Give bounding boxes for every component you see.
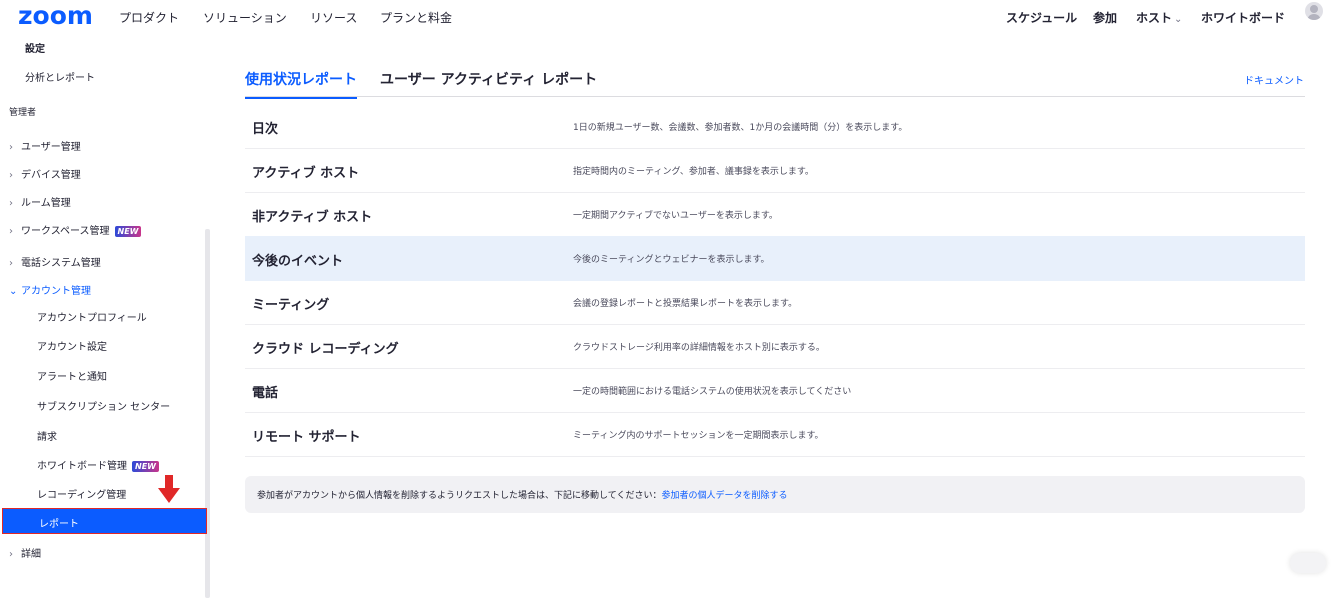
sidebar-item-phone[interactable]: › 電話システム管理: [9, 254, 101, 269]
report-title[interactable]: 今後のイベント: [252, 250, 343, 269]
nav-whiteboard[interactable]: ホワイトボード: [1201, 9, 1285, 26]
chevron-right-icon: ›: [9, 198, 13, 209]
sidebar: 設定 分析とレポート 管理者 › ユーザー管理 › デバイス管理 › ルーム管理 › ワ…: [0, 34, 212, 598]
sidebar-item-label: デバイス管理: [21, 170, 81, 181]
tab-usage-reports[interactable]: 使用状況レポート: [245, 69, 357, 99]
report-row-active-hosts[interactable]: アクティブ ホスト 指定時間内のミーティング、参加者、議事録を表示します。: [245, 148, 1305, 193]
sidebar-item-label: アカウント管理: [21, 286, 91, 297]
nav-join[interactable]: 参加: [1093, 9, 1117, 26]
nav-products[interactable]: プロダクト: [119, 9, 179, 26]
report-title[interactable]: 日次: [252, 118, 278, 137]
report-row-daily[interactable]: 日次 1日の新規ユーザー数、会議数、参加者数、1か月の会議時間（分）を表示します…: [245, 104, 1305, 149]
report-description: 1日の新規ユーザー数、会議数、参加者数、1か月の会議時間（分）を表示します。: [573, 123, 908, 133]
report-title[interactable]: アクティブ ホスト: [252, 162, 359, 181]
sidebar-item-analytics[interactable]: 分析とレポート: [25, 69, 95, 84]
chevron-right-icon: ›: [9, 142, 13, 153]
top-nav: zoom プロダクト ソリューション リソース プランと料金 スケジュール 参加…: [0, 0, 1332, 34]
sidebar-item-account[interactable]: ⌄ アカウント管理: [9, 282, 91, 297]
nav-resources[interactable]: リソース: [310, 9, 357, 26]
delete-personal-data-link[interactable]: 参加者の個人データを削除する: [661, 491, 787, 501]
sidebar-item-workspaces[interactable]: › ワークスペース管理 NEW: [9, 222, 142, 237]
report-description: 指定時間内のミーティング、参加者、議事録を表示します。: [573, 167, 814, 177]
documentation-link[interactable]: ドキュメント: [1244, 72, 1304, 87]
nav-host[interactable]: ホスト ⌄: [1136, 9, 1182, 26]
new-badge: NEW: [114, 225, 142, 237]
privacy-notice: 参加者がアカウントから個人情報を削除するようリクエストした場合は、下記に移動して…: [245, 476, 1305, 513]
chevron-right-icon: ›: [9, 170, 13, 181]
report-row-remote-support[interactable]: リモート サポート ミーティング内のサポートセッションを一定期間表示します。: [245, 412, 1305, 457]
sidebar-item-rooms[interactable]: › ルーム管理: [9, 194, 71, 209]
sidebar-section-admin: 管理者: [9, 108, 37, 118]
sidebar-item-label: 詳細: [21, 549, 41, 560]
sidebar-item-reports[interactable]: レポート: [2, 508, 207, 534]
chevron-right-icon: ›: [9, 549, 13, 560]
notice-message: 参加者がアカウントから個人情報を削除するようリクエストした場合は、下記に移動して…: [257, 491, 662, 501]
report-tabs: 使用状況レポート ユーザー アクティビティ レポート: [245, 62, 1305, 99]
sidebar-item-account-profile[interactable]: アカウントプロフィール: [37, 309, 147, 324]
chevron-right-icon: ›: [9, 258, 13, 269]
chevron-down-icon: ⌄: [1174, 14, 1183, 25]
report-row-upcoming-events[interactable]: 今後のイベント 今後のミーティングとウェビナーを表示します。: [245, 236, 1305, 281]
nav-solutions[interactable]: ソリューション: [203, 9, 287, 26]
report-title[interactable]: 非アクティブ ホスト: [252, 206, 372, 225]
report-row-meetings[interactable]: ミーティング 会議の登録レポートと投票結果レポートを表示します。: [245, 280, 1305, 325]
sidebar-item-whiteboard[interactable]: ホワイトボード管理 NEW: [37, 457, 159, 472]
report-title[interactable]: クラウド レコーディング: [252, 338, 399, 357]
report-row-inactive-hosts[interactable]: 非アクティブ ホスト 一定期間アクティブでないユーザーを表示します。: [245, 192, 1305, 237]
report-description: 今後のミーティングとウェビナーを表示します。: [573, 255, 770, 265]
sidebar-item-devices[interactable]: › デバイス管理: [9, 166, 81, 181]
avatar[interactable]: [1305, 2, 1323, 20]
zoom-logo[interactable]: zoom: [18, 1, 93, 30]
sidebar-item-advanced[interactable]: › 詳細: [9, 545, 41, 560]
sidebar-scrollbar[interactable]: [205, 229, 210, 598]
report-description: 一定の時間範囲における電話システムの使用状況を表示してください: [573, 387, 852, 397]
sidebar-item-label: レポート: [39, 519, 79, 530]
chevron-down-icon: ⌄: [9, 286, 18, 297]
sidebar-item-billing[interactable]: 請求: [37, 428, 57, 443]
arrow-down-icon: [158, 475, 180, 503]
nav-schedule[interactable]: スケジュール: [1006, 9, 1077, 26]
report-row-phone[interactable]: 電話 一定の時間範囲における電話システムの使用状況を表示してください: [245, 368, 1305, 413]
sidebar-item-subscription[interactable]: サブスクリプション センター: [37, 398, 170, 413]
report-description: 一定期間アクティブでないユーザーを表示します。: [573, 211, 778, 221]
report-title[interactable]: 電話: [252, 382, 278, 401]
sidebar-item-label: ワークスペース管理: [21, 226, 110, 237]
sidebar-item-alerts[interactable]: アラートと通知: [37, 368, 107, 383]
nav-host-label: ホスト: [1136, 11, 1173, 25]
report-description: ミーティング内のサポートセッションを一定期間表示します。: [573, 431, 824, 441]
report-description: 会議の登録レポートと投票結果レポートを表示します。: [573, 299, 798, 309]
report-row-cloud-recording[interactable]: クラウド レコーディング クラウドストレージ利用率の詳細情報をホスト別に表示する…: [245, 324, 1305, 369]
sidebar-item-recordings[interactable]: レコーディング管理: [37, 486, 126, 501]
nav-pricing[interactable]: プランと料金: [380, 9, 452, 26]
help-bubble[interactable]: [1290, 553, 1326, 573]
sidebar-item-label: 電話システム管理: [21, 258, 101, 269]
sidebar-item-account-settings[interactable]: アカウント設定: [37, 338, 107, 353]
notice-text: 参加者がアカウントから個人情報を削除するようリクエストした場合は、下記に移動して…: [257, 488, 787, 501]
chevron-right-icon: ›: [9, 226, 13, 237]
report-title[interactable]: リモート サポート: [252, 426, 361, 445]
report-title[interactable]: ミーティング: [252, 294, 329, 313]
sidebar-item-users[interactable]: › ユーザー管理: [9, 138, 81, 153]
sidebar-item-label: ユーザー管理: [21, 142, 81, 153]
sidebar-item-settings[interactable]: 設定: [25, 40, 45, 55]
sidebar-item-label: ホワイトボード管理: [37, 461, 127, 472]
new-badge: NEW: [132, 460, 159, 472]
report-description: クラウドストレージ利用率の詳細情報をホスト別に表示する。: [573, 343, 825, 353]
sidebar-item-label: ルーム管理: [21, 198, 71, 209]
tab-user-activity-reports[interactable]: ユーザー アクティビティ レポート: [380, 69, 597, 89]
